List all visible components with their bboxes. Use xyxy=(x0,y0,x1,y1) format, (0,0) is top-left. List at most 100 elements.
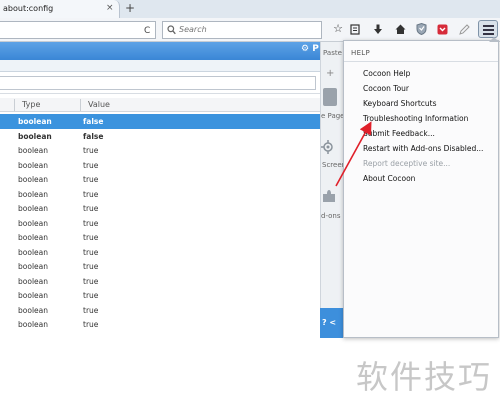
cell-type: boolean xyxy=(18,204,48,213)
preferences-button[interactable]: ⚙ P xyxy=(301,44,319,54)
edit-icon[interactable] xyxy=(456,20,472,38)
table-row[interactable]: boolean true xyxy=(0,158,320,173)
cell-value: true xyxy=(83,262,99,271)
cell-value: true xyxy=(83,233,99,242)
table-row[interactable]: boolean false xyxy=(0,114,320,129)
cell-value: true xyxy=(83,175,99,184)
cell-value: false xyxy=(83,117,104,126)
cell-value: true xyxy=(83,320,99,329)
table-header: Type Value xyxy=(0,98,320,112)
cell-value: true xyxy=(83,291,99,300)
cell-type: boolean xyxy=(18,131,52,141)
shield-icon[interactable] xyxy=(413,20,429,38)
cell-value: false xyxy=(83,131,104,141)
table-row[interactable]: boolean true xyxy=(0,230,320,245)
cell-value: true xyxy=(83,305,99,315)
cell-value: true xyxy=(83,160,99,170)
search-icon xyxy=(167,25,176,35)
help-menu-item-about-cocoon[interactable]: About Cocoon xyxy=(363,174,415,183)
cell-type: boolean xyxy=(18,175,48,184)
watermark: 软件技巧 xyxy=(356,358,493,396)
table-row[interactable]: boolean true xyxy=(0,216,320,231)
url-bar[interactable]: C xyxy=(0,21,156,39)
tab-title: about:config xyxy=(3,4,54,13)
strip-bottom-label: ? < xyxy=(322,318,337,327)
column-divider[interactable] xyxy=(80,99,81,111)
column-divider[interactable] xyxy=(14,99,15,111)
download-icon[interactable] xyxy=(370,20,386,38)
menu-button[interactable] xyxy=(478,20,498,38)
table-row[interactable]: boolean true xyxy=(0,187,320,202)
table-row[interactable]: boolean true xyxy=(0,317,320,332)
cell-type: boolean xyxy=(18,291,48,300)
cell-type: boolean xyxy=(18,160,48,170)
page-icon[interactable] xyxy=(323,88,337,106)
cell-type: boolean xyxy=(18,276,48,286)
help-menu-panel: HELP Cocoon Help Cocoon Tour Keyboard Shor… xyxy=(343,37,499,338)
table-row[interactable]: boolean true xyxy=(0,288,320,303)
column-header-value[interactable]: Value xyxy=(88,100,110,109)
preferences-label: P xyxy=(312,44,319,54)
table-row[interactable]: boolean true xyxy=(0,143,320,158)
cell-type: boolean xyxy=(18,320,48,329)
cell-value: true xyxy=(83,247,99,257)
help-menu-item-restart-with-add-ons-disabled[interactable]: Restart with Add-ons Disabled... xyxy=(363,144,483,153)
cell-value: true xyxy=(83,276,99,286)
strip-page-label: e Page xyxy=(321,112,345,120)
cell-type: boolean xyxy=(18,247,48,257)
page-subheader-bar xyxy=(0,60,320,72)
cell-value: true xyxy=(83,204,99,213)
customize-strip: Paste + e Page Screen d-ons xyxy=(320,42,346,338)
reading-list-icon[interactable] xyxy=(347,20,363,38)
star-icon[interactable]: ☆ xyxy=(330,20,346,38)
pocket-icon[interactable] xyxy=(434,20,450,38)
help-menu-item-keyboard-shortcuts[interactable]: Keyboard Shortcuts xyxy=(363,99,437,108)
cell-value: true xyxy=(83,146,99,155)
cell-type: boolean xyxy=(18,189,48,199)
plus-icon[interactable]: + xyxy=(326,68,334,79)
cell-value: true xyxy=(83,189,99,199)
addons-icon[interactable] xyxy=(321,188,337,206)
table-row[interactable]: boolean true xyxy=(0,172,320,187)
table-row[interactable]: boolean false xyxy=(0,129,320,144)
close-icon[interactable]: × xyxy=(106,3,114,13)
help-menu-divider xyxy=(344,61,498,62)
column-header-type[interactable]: Type xyxy=(22,100,40,109)
search-preferences-input[interactable] xyxy=(0,76,316,90)
panel-caret xyxy=(489,37,499,42)
screen-icon[interactable] xyxy=(321,140,335,156)
customize-strip-bottom[interactable]: ? < xyxy=(320,308,344,338)
search-input[interactable]: Search xyxy=(162,21,322,39)
cell-type: boolean xyxy=(18,146,48,155)
tab-strip: about:config × + xyxy=(0,0,500,18)
browser-window: about:config × + C Search ☆ ⚙ P Type Val… xyxy=(0,0,500,410)
strip-addons-label: d-ons xyxy=(321,212,341,220)
cell-type: boolean xyxy=(18,233,48,242)
page-header-bar xyxy=(0,42,320,60)
strip-paste-label: Paste xyxy=(323,49,342,57)
cell-type: boolean xyxy=(18,218,48,228)
help-menu-item-report-deceptive-site: Report deceptive site... xyxy=(363,159,451,168)
table-row[interactable]: boolean true xyxy=(0,259,320,274)
filter-row xyxy=(0,72,320,94)
help-menu-item-cocoon-tour[interactable]: Cocoon Tour xyxy=(363,84,409,93)
search-placeholder: Search xyxy=(179,25,207,34)
new-tab-button[interactable]: + xyxy=(123,1,137,15)
cell-value: true xyxy=(83,218,99,228)
help-menu-header: HELP xyxy=(351,49,371,57)
cell-type: boolean xyxy=(18,305,48,315)
menu-icon xyxy=(483,25,494,27)
table-row[interactable]: boolean true xyxy=(0,245,320,260)
cell-type: boolean xyxy=(18,117,52,126)
preferences-table: boolean false boolean false boolean true boole… xyxy=(0,114,320,332)
cell-type: boolean xyxy=(18,262,48,271)
help-menu-item-troubleshooting-information[interactable]: Troubleshooting Information xyxy=(363,114,468,123)
table-row[interactable]: boolean true xyxy=(0,201,320,216)
table-row[interactable]: boolean true xyxy=(0,303,320,318)
help-menu-item-submit-feedback[interactable]: Submit Feedback... xyxy=(363,129,435,138)
help-menu-item-cocoon-help[interactable]: Cocoon Help xyxy=(363,69,410,78)
tab-about-config[interactable]: about:config × xyxy=(0,0,120,18)
reload-icon[interactable]: C xyxy=(144,26,150,36)
home-icon[interactable] xyxy=(392,20,408,38)
table-row[interactable]: boolean true xyxy=(0,274,320,289)
